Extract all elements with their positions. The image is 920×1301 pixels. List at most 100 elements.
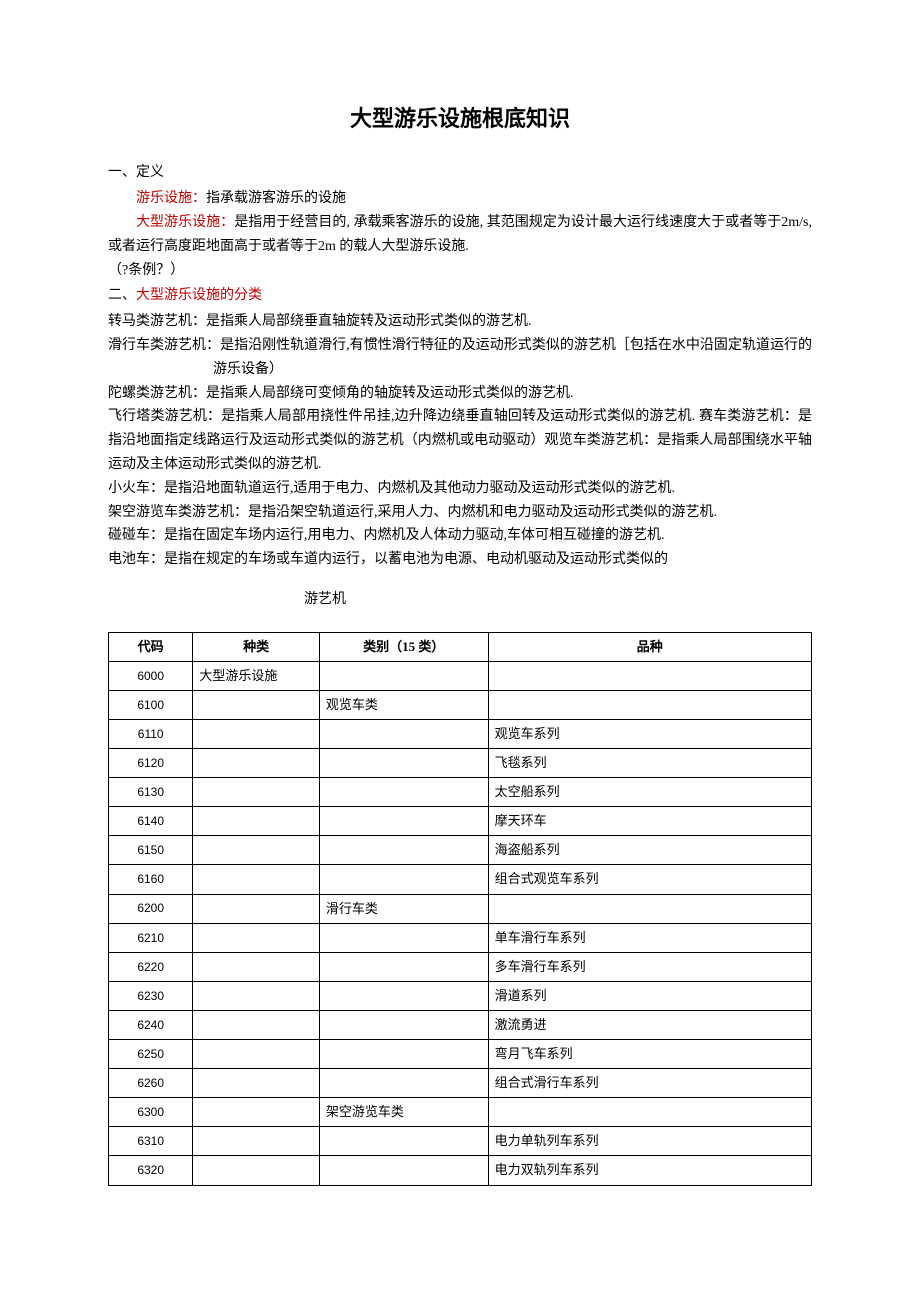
th-code: 代码	[109, 632, 193, 661]
table-row: 6120 飞毯系列	[109, 749, 812, 778]
cell-category	[319, 1156, 488, 1185]
cell-kind	[193, 1010, 320, 1039]
table-row: 6240激流勇进	[109, 1010, 812, 1039]
cell-variety: 飞毯系列	[488, 749, 811, 778]
cell-kind	[193, 1098, 320, 1127]
term-red-1: 游乐设施：	[136, 191, 206, 206]
cell-kind	[193, 836, 320, 865]
section-2: 二、大型游乐设施的分类 转马类游艺机：是指乘人局部绕垂直轴旋转及运动形式类似的游…	[108, 284, 812, 611]
definition-note: （?条例？）	[108, 259, 812, 283]
class-item-2: 陀螺类游艺机：是指乘人局部绕可变倾角的轴旋转及运动形式类似的游艺机.	[108, 382, 812, 406]
table-row: 6150海盗船系列	[109, 836, 812, 865]
definition-1: 游乐设施：指承载游客游乐的设施	[108, 187, 812, 211]
table-row: 6320 电力双轨列车系列	[109, 1156, 812, 1185]
cell-category	[319, 1010, 488, 1039]
cell-variety: 组合式观览车系列	[488, 865, 811, 894]
table-header-row: 代码 种类 类别（15 类） 品种	[109, 632, 812, 661]
cell-variety: 海盗船系列	[488, 836, 811, 865]
class-tail-label: 游艺机	[108, 588, 812, 612]
class-item-3: 飞行塔类游艺机：是指乘人局部用挠性件吊挂,边升降边绕垂直轴回转及运动形式类似的游…	[108, 405, 812, 476]
cell-kind	[193, 1069, 320, 1098]
cell-variety: 单车滑行车系列	[488, 923, 811, 952]
term-red-2: 大型游乐设施：	[136, 215, 234, 230]
cell-code: 6160	[109, 865, 193, 894]
cell-code: 6220	[109, 952, 193, 981]
cell-kind	[193, 807, 320, 836]
cell-category: 观览车类	[319, 690, 488, 719]
table-row: 6250 弯月飞车系列	[109, 1040, 812, 1069]
class-item-4: 小火车：是指沿地面轨道运行,适用于电力、内燃机及其他动力驱动及运动形式类似的游艺…	[108, 477, 812, 501]
term-rest-1: 指承载游客游乐的设施	[206, 191, 346, 206]
cell-category	[319, 1040, 488, 1069]
table-row: 6160 组合式观览车系列	[109, 865, 812, 894]
cell-code: 6320	[109, 1156, 193, 1185]
cell-category	[319, 807, 488, 836]
cell-category	[319, 749, 488, 778]
cell-variety: 多车滑行车系列	[488, 952, 811, 981]
definition-2: 大型游乐设施：是指用于经营目的, 承载乘客游乐的设施, 其范围规定为设计最大运行…	[108, 211, 812, 259]
cell-kind	[193, 952, 320, 981]
table-body: 6000大型游乐设施6100 观览车类 6110 观览车系列 6120 飞毯系列6130太…	[109, 661, 812, 1185]
cell-kind	[193, 720, 320, 749]
table-row: 6110 观览车系列	[109, 720, 812, 749]
cell-kind	[193, 1156, 320, 1185]
section-1: 一、定义 游乐设施：指承载游客游乐的设施 大型游乐设施：是指用于经营目的, 承载…	[108, 161, 812, 282]
table-row: 6140 摩天环车	[109, 807, 812, 836]
cell-code: 6000	[109, 661, 193, 690]
cell-code: 6140	[109, 807, 193, 836]
th-category: 类别（15 类）	[319, 632, 488, 661]
table-row: 6200滑行车类	[109, 894, 812, 923]
table-row: 6130太空船系列	[109, 778, 812, 807]
cell-variety: 观览车系列	[488, 720, 811, 749]
table-row: 6000大型游乐设施	[109, 661, 812, 690]
cell-code: 6120	[109, 749, 193, 778]
cell-kind: 大型游乐设施	[193, 661, 320, 690]
cell-variety: 组合式滑行车系列	[488, 1069, 811, 1098]
classification-table: 代码 种类 类别（15 类） 品种 6000大型游乐设施6100观览车类6110…	[108, 632, 812, 1186]
cell-category	[319, 720, 488, 749]
cell-variety: 弯月飞车系列	[488, 1040, 811, 1069]
cell-code: 6250	[109, 1040, 193, 1069]
cell-variety	[488, 1098, 811, 1127]
cell-category	[319, 836, 488, 865]
table-row: 6310 电力单轨列车系列	[109, 1127, 812, 1156]
cell-variety: 太空船系列	[488, 778, 811, 807]
cell-category	[319, 865, 488, 894]
cell-category	[319, 923, 488, 952]
cell-variety: 电力双轨列车系列	[488, 1156, 811, 1185]
cell-category	[319, 1069, 488, 1098]
table-row: 6100 观览车类	[109, 690, 812, 719]
table-row: 6300 架空游览车类	[109, 1098, 812, 1127]
table-row: 6230滑道系列	[109, 981, 812, 1010]
cell-category	[319, 952, 488, 981]
cell-kind	[193, 690, 320, 719]
cell-kind	[193, 865, 320, 894]
cell-variety	[488, 690, 811, 719]
table-row: 6210单车滑行车系列	[109, 923, 812, 952]
cell-kind	[193, 923, 320, 952]
class-item-1: 滑行车类游艺机：是指沿刚性轨道滑行,有惯性滑行特征的及运动形式类似的游艺机［包括…	[108, 334, 812, 382]
cell-category	[319, 981, 488, 1010]
cell-category	[319, 661, 488, 690]
section-1-heading: 一、定义	[108, 161, 812, 185]
section-2-heading: 二、大型游乐设施的分类	[108, 284, 812, 308]
cell-category: 架空游览车类	[319, 1098, 488, 1127]
cell-variety: 电力单轨列车系列	[488, 1127, 811, 1156]
document-title: 大型游乐设施根底知识	[108, 100, 812, 137]
cell-code: 6260	[109, 1069, 193, 1098]
cell-variety	[488, 661, 811, 690]
cell-variety: 摩天环车	[488, 807, 811, 836]
cell-code: 6300	[109, 1098, 193, 1127]
cell-code: 6310	[109, 1127, 193, 1156]
section-2-red: 大型游乐设施的分类	[136, 288, 262, 303]
th-variety: 品种	[488, 632, 811, 661]
cell-category	[319, 778, 488, 807]
cell-code: 6240	[109, 1010, 193, 1039]
table-row: 6220 多车滑行车系列	[109, 952, 812, 981]
class-item-7: 电池车：是指在规定的车场或车道内运行，以蓄电池为电源、电动机驱动及运动形式类似的	[108, 548, 812, 572]
section-2-prefix: 二、	[108, 288, 136, 303]
cell-code: 6100	[109, 690, 193, 719]
cell-code: 6110	[109, 720, 193, 749]
cell-kind	[193, 778, 320, 807]
table-row: 6260 组合式滑行车系列	[109, 1069, 812, 1098]
